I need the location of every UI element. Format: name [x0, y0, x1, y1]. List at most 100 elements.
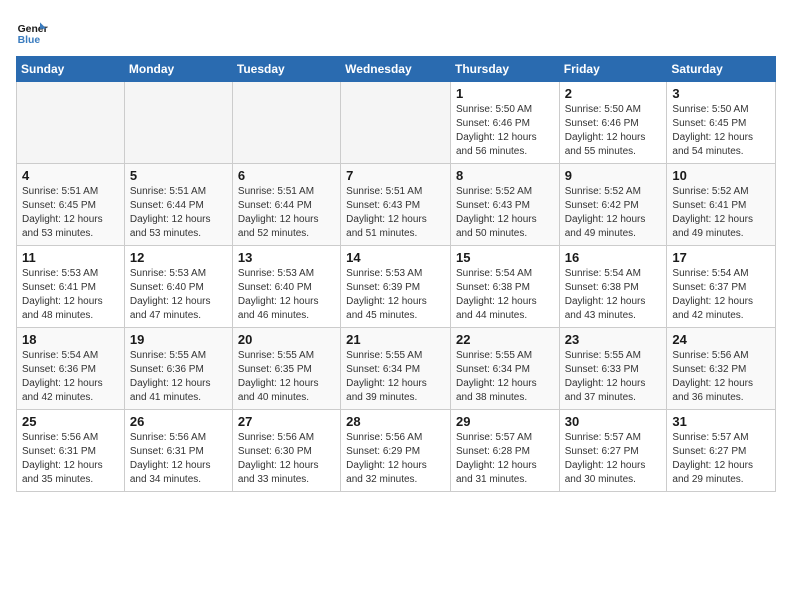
day-number: 25 [22, 414, 119, 429]
day-number: 28 [346, 414, 445, 429]
day-number: 9 [565, 168, 662, 183]
calendar-cell: 30 Sunrise: 5:57 AMSunset: 6:27 PMDayligh… [559, 410, 667, 492]
day-info: Sunrise: 5:50 AMSunset: 6:45 PMDaylight:… [672, 103, 770, 159]
calendar-table: SundayMondayTuesdayWednesdayThursdayFrid… [16, 56, 776, 492]
day-number: 30 [565, 414, 662, 429]
calendar-cell: 4 Sunrise: 5:51 AMSunset: 6:45 PMDaylight… [17, 164, 125, 246]
day-number: 13 [238, 250, 335, 265]
day-number: 11 [22, 250, 119, 265]
calendar-week-row: 11 Sunrise: 5:53 AMSunset: 6:41 PMDayligh… [17, 246, 776, 328]
day-info: Sunrise: 5:51 AMSunset: 6:44 PMDaylight:… [130, 185, 227, 241]
day-info: Sunrise: 5:54 AMSunset: 6:37 PMDaylight:… [672, 267, 770, 323]
day-number: 21 [346, 332, 445, 347]
calendar-cell: 17 Sunrise: 5:54 AMSunset: 6:37 PMDayligh… [667, 246, 776, 328]
day-number: 2 [565, 86, 662, 101]
day-number: 29 [456, 414, 554, 429]
day-info: Sunrise: 5:56 AMSunset: 6:29 PMDaylight:… [346, 431, 445, 487]
day-info: Sunrise: 5:56 AMSunset: 6:32 PMDaylight:… [672, 349, 770, 405]
calendar-cell: 9 Sunrise: 5:52 AMSunset: 6:42 PMDaylight… [559, 164, 667, 246]
day-info: Sunrise: 5:54 AMSunset: 6:36 PMDaylight:… [22, 349, 119, 405]
col-header-sunday: Sunday [17, 57, 125, 82]
page-header: General Blue [16, 16, 776, 48]
calendar-cell: 24 Sunrise: 5:56 AMSunset: 6:32 PMDayligh… [667, 328, 776, 410]
calendar-header-row: SundayMondayTuesdayWednesdayThursdayFrid… [17, 57, 776, 82]
calendar-cell: 12 Sunrise: 5:53 AMSunset: 6:40 PMDayligh… [124, 246, 232, 328]
day-number: 20 [238, 332, 335, 347]
day-info: Sunrise: 5:57 AMSunset: 6:28 PMDaylight:… [456, 431, 554, 487]
calendar-cell: 22Sunrise: 5:55 AMSunset: 6:34 PMDayligh… [450, 328, 559, 410]
calendar-cell: 29 Sunrise: 5:57 AMSunset: 6:28 PMDayligh… [450, 410, 559, 492]
calendar-week-row: 4 Sunrise: 5:51 AMSunset: 6:45 PMDaylight… [17, 164, 776, 246]
calendar-cell: 2 Sunrise: 5:50 AMSunset: 6:46 PMDaylight… [559, 82, 667, 164]
day-number: 1 [456, 86, 554, 101]
day-number: 10 [672, 168, 770, 183]
calendar-cell: 18 Sunrise: 5:54 AMSunset: 6:36 PMDayligh… [17, 328, 125, 410]
calendar-cell [17, 82, 125, 164]
calendar-cell: 14Sunrise: 5:53 AMSunset: 6:39 PMDayligh… [341, 246, 451, 328]
day-info: Sunrise: 5:56 AMSunset: 6:31 PMDaylight:… [130, 431, 227, 487]
calendar-cell: 31 Sunrise: 5:57 AMSunset: 6:27 PMDayligh… [667, 410, 776, 492]
day-number: 3 [672, 86, 770, 101]
day-info: Sunrise: 5:57 AMSunset: 6:27 PMDaylight:… [565, 431, 662, 487]
day-info: Sunrise: 5:52 AMSunset: 6:41 PMDaylight:… [672, 185, 770, 241]
calendar-cell: 11 Sunrise: 5:53 AMSunset: 6:41 PMDayligh… [17, 246, 125, 328]
calendar-cell: 6 Sunrise: 5:51 AMSunset: 6:44 PMDaylight… [232, 164, 340, 246]
day-number: 27 [238, 414, 335, 429]
day-info: Sunrise: 5:55 AMSunset: 6:34 PMDaylight:… [346, 349, 445, 405]
day-info: Sunrise: 5:55 AMSunset: 6:36 PMDaylight:… [130, 349, 227, 405]
day-info: Sunrise: 5:50 AMSunset: 6:46 PMDaylight:… [565, 103, 662, 159]
col-header-tuesday: Tuesday [232, 57, 340, 82]
calendar-cell: 13Sunrise: 5:53 AMSunset: 6:40 PMDayligh… [232, 246, 340, 328]
day-info: Sunrise: 5:53 AMSunset: 6:39 PMDaylight:… [346, 267, 445, 323]
calendar-cell: 27 Sunrise: 5:56 AMSunset: 6:30 PMDayligh… [232, 410, 340, 492]
day-number: 16 [565, 250, 662, 265]
calendar-week-row: 25 Sunrise: 5:56 AMSunset: 6:31 PMDayligh… [17, 410, 776, 492]
calendar-cell: 26 Sunrise: 5:56 AMSunset: 6:31 PMDayligh… [124, 410, 232, 492]
day-info: Sunrise: 5:53 AMSunset: 6:41 PMDaylight:… [22, 267, 119, 323]
logo: General Blue [16, 16, 48, 48]
calendar-cell: 5Sunrise: 5:51 AMSunset: 6:44 PMDaylight… [124, 164, 232, 246]
calendar-cell: 15 Sunrise: 5:54 AMSunset: 6:38 PMDayligh… [450, 246, 559, 328]
col-header-thursday: Thursday [450, 57, 559, 82]
day-info: Sunrise: 5:51 AMSunset: 6:45 PMDaylight:… [22, 185, 119, 241]
day-number: 7 [346, 168, 445, 183]
day-info: Sunrise: 5:56 AMSunset: 6:31 PMDaylight:… [22, 431, 119, 487]
calendar-cell: 7Sunrise: 5:51 AMSunset: 6:43 PMDaylight… [341, 164, 451, 246]
calendar-week-row: 18 Sunrise: 5:54 AMSunset: 6:36 PMDayligh… [17, 328, 776, 410]
calendar-cell: 1Sunrise: 5:50 AMSunset: 6:46 PMDaylight… [450, 82, 559, 164]
logo-icon: General Blue [16, 16, 48, 48]
calendar-cell: 20Sunrise: 5:55 AMSunset: 6:35 PMDayligh… [232, 328, 340, 410]
day-number: 4 [22, 168, 119, 183]
day-info: Sunrise: 5:55 AMSunset: 6:33 PMDaylight:… [565, 349, 662, 405]
calendar-cell: 21 Sunrise: 5:55 AMSunset: 6:34 PMDayligh… [341, 328, 451, 410]
day-info: Sunrise: 5:51 AMSunset: 6:44 PMDaylight:… [238, 185, 335, 241]
calendar-cell [341, 82, 451, 164]
calendar-cell: 8 Sunrise: 5:52 AMSunset: 6:43 PMDaylight… [450, 164, 559, 246]
calendar-cell: 25 Sunrise: 5:56 AMSunset: 6:31 PMDayligh… [17, 410, 125, 492]
day-number: 8 [456, 168, 554, 183]
day-number: 23 [565, 332, 662, 347]
day-number: 26 [130, 414, 227, 429]
col-header-monday: Monday [124, 57, 232, 82]
day-number: 12 [130, 250, 227, 265]
calendar-cell: 16 Sunrise: 5:54 AMSunset: 6:38 PMDayligh… [559, 246, 667, 328]
day-info: Sunrise: 5:53 AMSunset: 6:40 PMDaylight:… [130, 267, 227, 323]
day-info: Sunrise: 5:57 AMSunset: 6:27 PMDaylight:… [672, 431, 770, 487]
day-info: Sunrise: 5:52 AMSunset: 6:43 PMDaylight:… [456, 185, 554, 241]
day-number: 24 [672, 332, 770, 347]
day-info: Sunrise: 5:52 AMSunset: 6:42 PMDaylight:… [565, 185, 662, 241]
calendar-cell: 3 Sunrise: 5:50 AMSunset: 6:45 PMDaylight… [667, 82, 776, 164]
calendar-cell [232, 82, 340, 164]
day-number: 15 [456, 250, 554, 265]
day-info: Sunrise: 5:54 AMSunset: 6:38 PMDaylight:… [456, 267, 554, 323]
day-number: 19 [130, 332, 227, 347]
calendar-cell: 23 Sunrise: 5:55 AMSunset: 6:33 PMDayligh… [559, 328, 667, 410]
day-number: 17 [672, 250, 770, 265]
day-number: 18 [22, 332, 119, 347]
calendar-week-row: 1 Sunrise: 5:50 AMSunset: 6:46 PMDaylight… [17, 82, 776, 164]
day-info: Sunrise: 5:54 AMSunset: 6:38 PMDaylight:… [565, 267, 662, 323]
day-number: 31 [672, 414, 770, 429]
day-number: 22 [456, 332, 554, 347]
day-info: Sunrise: 5:56 AMSunset: 6:30 PMDaylight:… [238, 431, 335, 487]
day-number: 6 [238, 168, 335, 183]
